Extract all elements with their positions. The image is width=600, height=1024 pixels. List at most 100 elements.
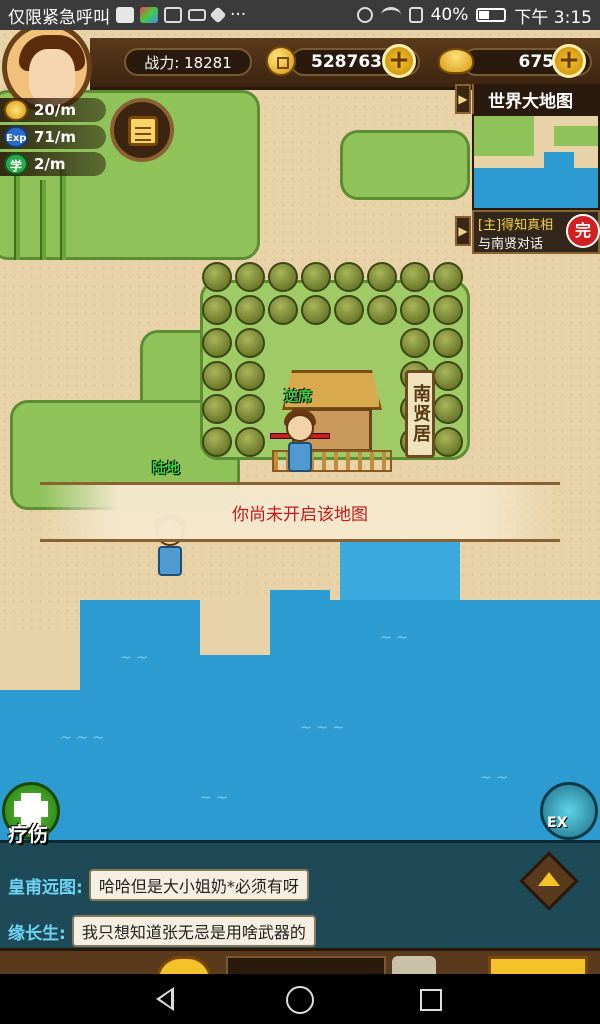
chat-sender[interactable]: 缘长生: xyxy=(8,919,66,944)
shrub xyxy=(400,262,430,292)
store-notification-icon xyxy=(140,7,158,23)
exp-rate: Exp 71/m xyxy=(0,125,106,149)
wifi-icon xyxy=(380,7,401,23)
chat-message: 缘长生: 我只想知道张无忌是用啥武器的 xyxy=(8,915,316,947)
sand xyxy=(200,600,270,655)
shrub xyxy=(367,295,397,325)
status-bar: 仅限紧急呼叫 ··· 40% 下午 3:15 xyxy=(0,0,600,30)
bamboo xyxy=(40,180,46,260)
tool-icon xyxy=(209,6,227,24)
minimap-water xyxy=(474,168,598,208)
shrub xyxy=(202,427,232,457)
chat-expand-button[interactable] xyxy=(518,851,580,911)
water xyxy=(270,590,330,630)
app-notification-icon xyxy=(116,7,134,23)
chat-message: 皇甫远图: 哈哈但是大小姐奶*必须有呀 xyxy=(8,869,309,901)
recent-apps-icon[interactable] xyxy=(420,989,442,1011)
shrub xyxy=(400,295,430,325)
location-sign[interactable]: 南贤居 xyxy=(405,370,435,458)
quest-toggle[interactable]: ▶ xyxy=(455,216,471,246)
game-screen: 仅限紧急呼叫 ··· 40% 下午 3:15 ~ ~ ~ ~ ~ ~ ~ ~ ~… xyxy=(0,0,600,1024)
avatar-face xyxy=(29,49,75,105)
shrub xyxy=(268,262,298,292)
wave: ~ ~ xyxy=(380,630,408,646)
npc-name-label: 逆席 xyxy=(284,389,312,405)
toast-message: 你尚未开启该地图 xyxy=(232,504,368,525)
shrub xyxy=(202,361,232,391)
chevron-up-icon xyxy=(538,872,560,886)
coin-icon xyxy=(4,99,28,121)
water xyxy=(340,542,460,602)
minimap-toggle[interactable]: ▶ xyxy=(455,84,471,114)
shrub xyxy=(334,262,364,292)
chat-panel[interactable]: 皇甫远图: 哈哈但是大小姐奶*必须有呀 缘长生: 我只想知道张无忌是用啥武器的 xyxy=(0,840,600,948)
calendar-button[interactable] xyxy=(110,98,174,162)
bamboo xyxy=(14,170,20,260)
heal-label: 疗伤 xyxy=(8,822,48,846)
grass-patch xyxy=(340,130,470,200)
shrub xyxy=(433,295,463,325)
ex-label: EX xyxy=(547,815,568,831)
shrub xyxy=(433,328,463,358)
npc-character[interactable] xyxy=(278,410,322,474)
npc-head xyxy=(286,414,314,442)
shrub xyxy=(202,262,232,292)
notice-toast: 你尚未开启该地图 xyxy=(40,482,560,542)
wave: ~ ~ xyxy=(120,650,148,666)
chat-text: 我只想知道张无忌是用啥武器的 xyxy=(71,915,316,947)
keyboard-icon xyxy=(188,9,206,21)
ex-skill-button[interactable]: EX xyxy=(540,782,598,840)
quest-complete-badge[interactable]: 完 xyxy=(566,214,600,248)
back-icon[interactable] xyxy=(156,987,174,1011)
wave: ~ ~ ~ xyxy=(60,730,105,746)
shrub xyxy=(367,262,397,292)
gold-coin-icon xyxy=(266,46,296,76)
minimap-title: 世界大地图 xyxy=(472,84,600,114)
system-nav-bar xyxy=(0,974,600,1024)
shrub xyxy=(268,295,298,325)
wave: ~ ~ xyxy=(480,770,508,786)
home-icon[interactable] xyxy=(286,986,314,1014)
sand xyxy=(0,630,80,690)
shrub xyxy=(433,262,463,292)
battery-percent: 40% xyxy=(430,5,469,25)
shrub xyxy=(400,328,430,358)
shrub xyxy=(235,328,265,358)
shrub xyxy=(235,394,265,424)
shrub xyxy=(235,295,265,325)
combat-power: 战力: 18281 xyxy=(124,48,252,76)
shrub xyxy=(235,262,265,292)
gold-rate-value: 20/m xyxy=(34,101,76,119)
carrier-text: 仅限紧急呼叫 xyxy=(8,7,110,28)
exp-icon: Exp xyxy=(4,126,28,148)
more-notifications-icon: ··· xyxy=(230,5,247,25)
player-label: 陆地 xyxy=(152,461,180,477)
clock: 下午 3:15 xyxy=(514,7,592,28)
add-ingot-button[interactable]: + xyxy=(552,44,586,78)
shrub xyxy=(334,295,364,325)
shrub xyxy=(202,328,232,358)
shrub xyxy=(433,427,463,457)
battery-icon xyxy=(476,8,507,22)
shrub xyxy=(202,394,232,424)
water xyxy=(0,670,600,840)
lock-icon xyxy=(408,7,423,23)
shrub xyxy=(235,427,265,457)
chat-sender[interactable]: 皇甫远图: xyxy=(8,873,83,898)
wave: ~ ~ xyxy=(200,790,228,806)
plus-icon-bar xyxy=(14,801,48,817)
exp-rate-value: 71/m xyxy=(34,128,76,146)
minimap-grass xyxy=(474,116,534,156)
add-gold-button[interactable]: + xyxy=(382,44,416,78)
npc-body xyxy=(288,442,312,472)
wave: ~ ~ ~ xyxy=(300,720,345,736)
calendar-icon xyxy=(128,116,158,146)
shrub xyxy=(433,394,463,424)
world-minimap[interactable] xyxy=(472,114,600,210)
bamboo xyxy=(60,170,66,260)
shrub xyxy=(433,361,463,391)
player-body xyxy=(158,546,182,576)
chat-text: 哈哈但是大小姐奶*必须有呀 xyxy=(88,869,309,901)
gold-ingot-icon xyxy=(438,48,474,74)
vibrate-icon xyxy=(356,7,373,23)
